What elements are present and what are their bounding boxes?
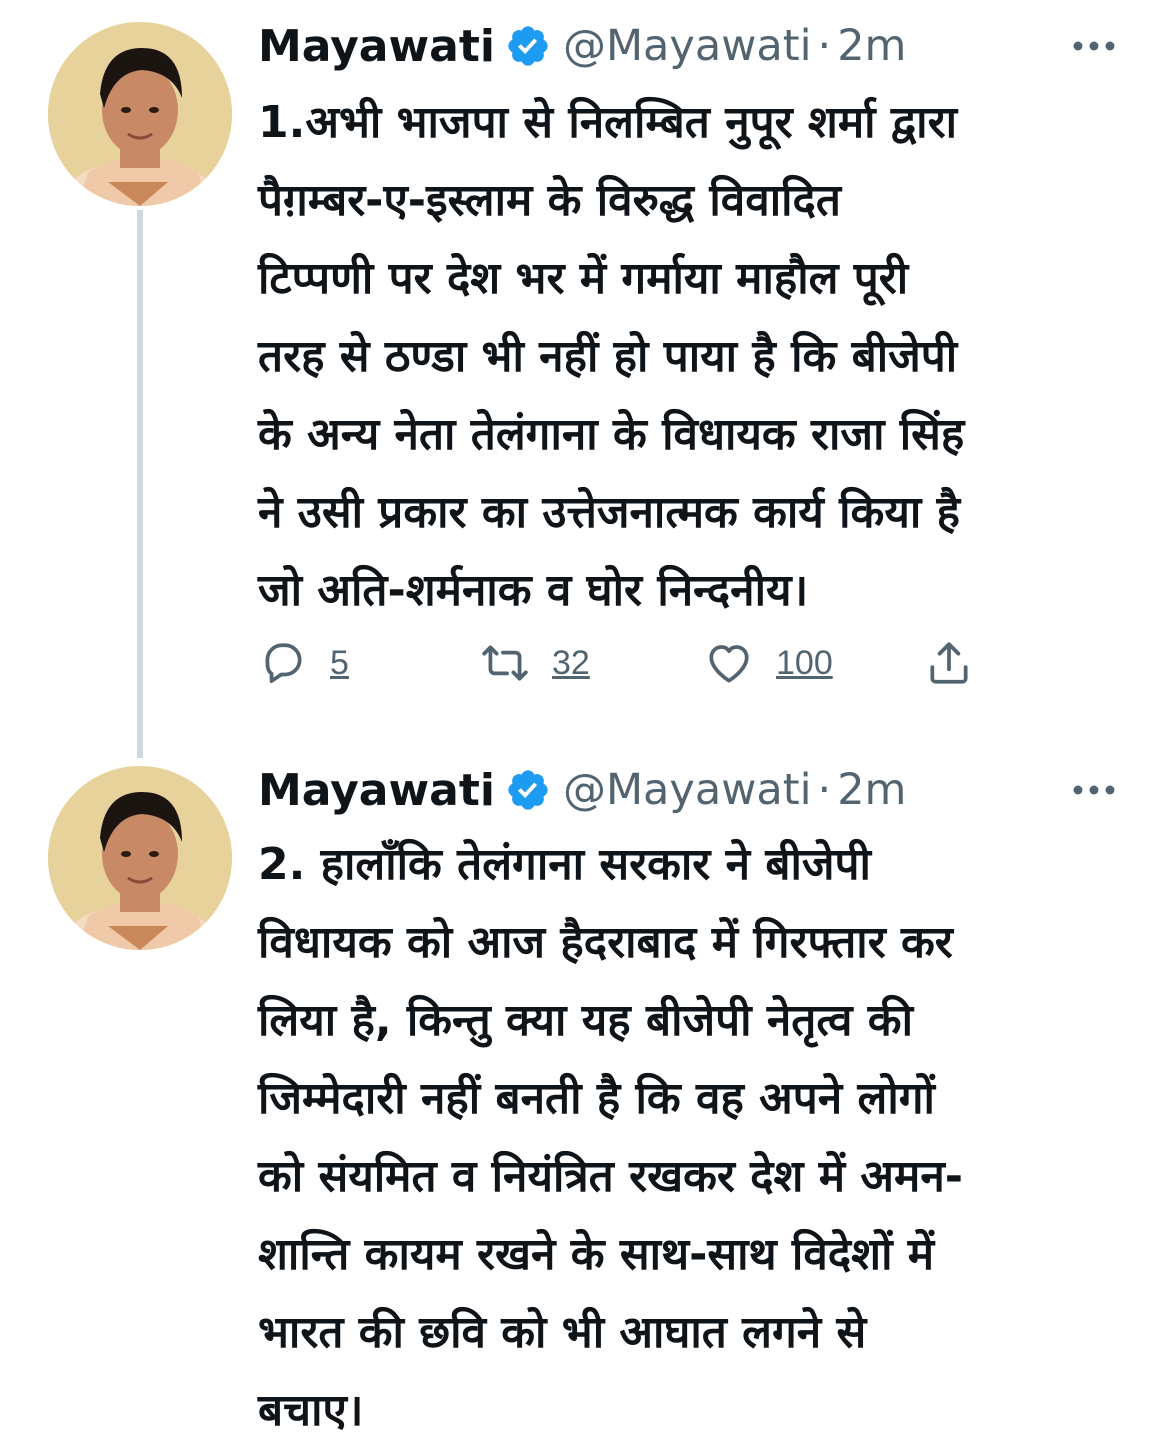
tweet-text: 2. हालाँकि तेलंगाना सरकार ने बीजेपी विधा… xyxy=(258,839,964,1436)
tweet-2[interactable]: Mayawati @Mayawati · 2m 2. हालाँकि तेलंग… xyxy=(0,760,1170,1441)
verified-badge-icon xyxy=(508,26,548,66)
share-icon xyxy=(930,642,968,684)
reply-icon xyxy=(265,643,302,683)
tweet-1[interactable]: Mayawati @Mayawati · 2m 1.अभी भाजपा से न… xyxy=(0,0,1170,760)
tweet-actions: 5 32 100 xyxy=(258,628,1018,698)
separator-dot: · xyxy=(817,21,832,71)
tweet-header: Mayawati @Mayawati · 2m xyxy=(258,16,906,76)
profile-photo-icon xyxy=(48,22,232,206)
retweet-icon xyxy=(482,645,528,681)
verified-badge-icon xyxy=(508,770,548,810)
share-button[interactable] xyxy=(924,628,974,698)
more-options-icon[interactable] xyxy=(1072,40,1116,52)
like-count[interactable]: 100 xyxy=(776,644,833,683)
reply-count[interactable]: 5 xyxy=(330,644,349,683)
thread-connector-line xyxy=(137,210,143,758)
avatar[interactable] xyxy=(48,22,232,206)
avatar[interactable] xyxy=(48,766,232,950)
like-button[interactable]: 100 xyxy=(704,628,833,698)
separator-dot: · xyxy=(817,765,832,815)
profile-photo-icon xyxy=(48,766,232,950)
display-name[interactable]: Mayawati xyxy=(258,21,495,72)
reply-button[interactable]: 5 xyxy=(258,628,349,698)
retweet-count[interactable]: 32 xyxy=(552,644,590,683)
handle[interactable]: @Mayawati xyxy=(563,765,812,815)
heart-icon xyxy=(709,645,749,683)
timestamp[interactable]: 2m xyxy=(837,765,906,815)
timestamp[interactable]: 2m xyxy=(837,21,906,71)
tweet-text: 1.अभी भाजपा से निलम्बित नुपूर शर्मा द्वा… xyxy=(258,97,965,616)
handle[interactable]: @Mayawati xyxy=(563,21,812,71)
display-name[interactable]: Mayawati xyxy=(258,765,495,816)
tweet-header: Mayawati @Mayawati · 2m xyxy=(258,760,906,820)
more-options-icon[interactable] xyxy=(1072,784,1116,796)
retweet-button[interactable]: 32 xyxy=(480,628,590,698)
